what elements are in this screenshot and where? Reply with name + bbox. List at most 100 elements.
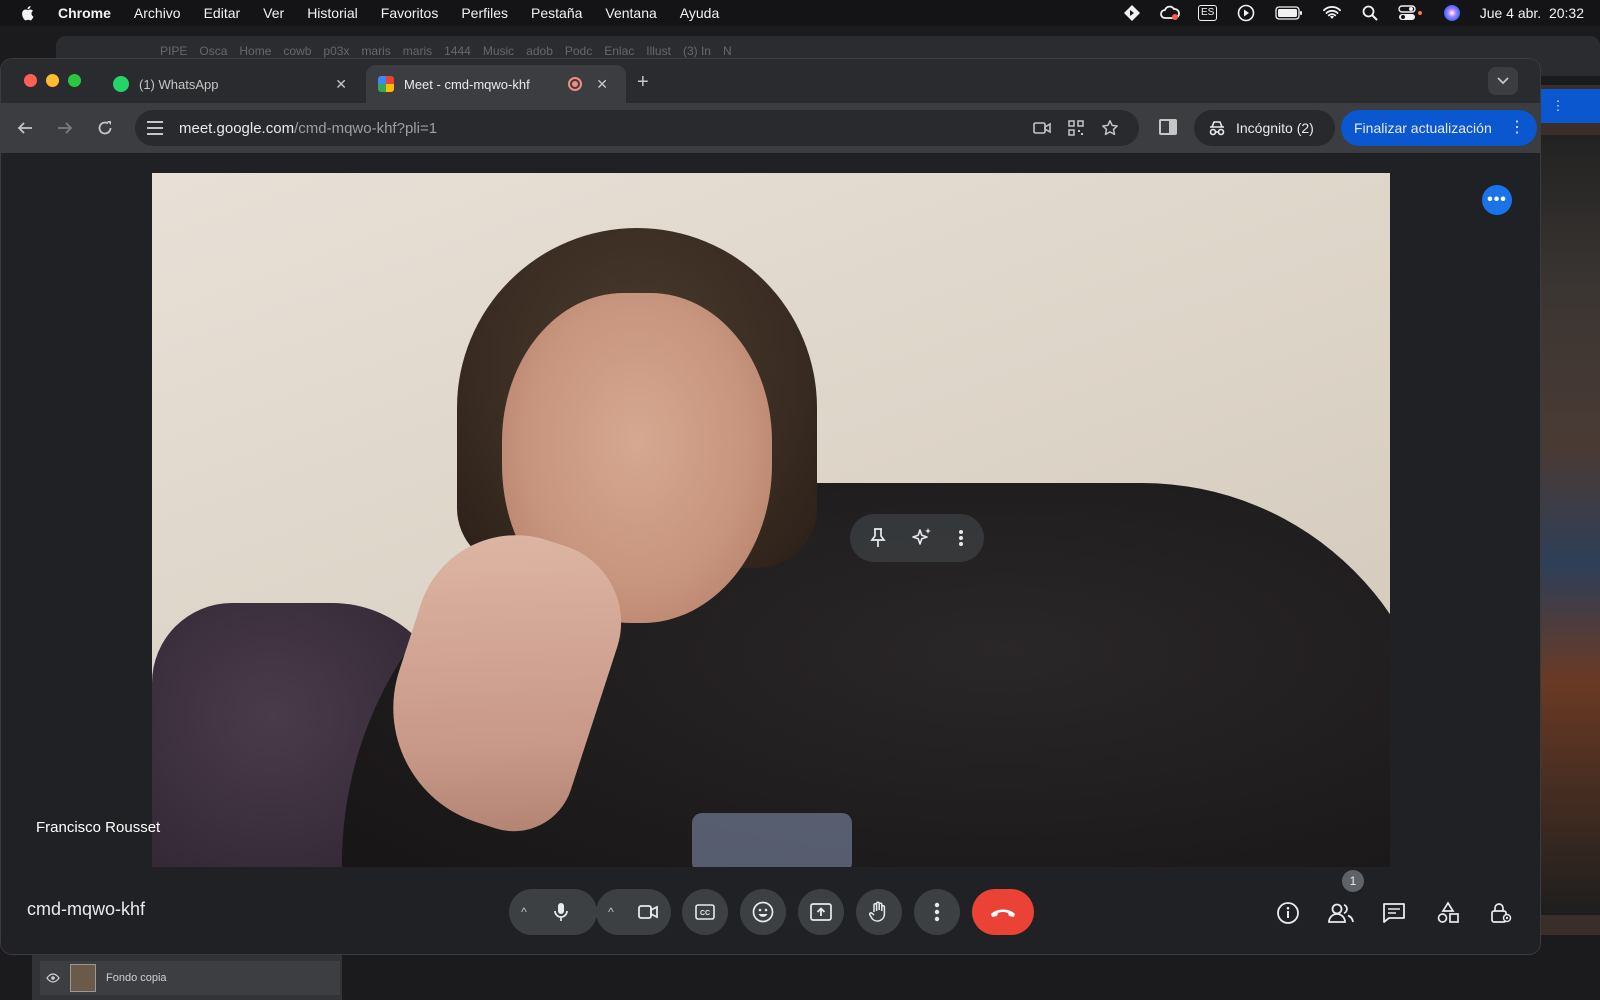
chrome-window: (1) WhatsApp ✕ Meet - cmd-mqwo-khf ✕ + m… — [0, 58, 1541, 955]
forward-button[interactable] — [53, 116, 77, 140]
tab-meet[interactable]: Meet - cmd-mqwo-khf ✕ — [366, 65, 626, 103]
bg-tab[interactable]: Podc — [565, 44, 592, 58]
menu-archivo[interactable]: Archivo — [134, 5, 181, 21]
close-tab-icon[interactable]: ✕ — [596, 76, 608, 93]
tab-title: (1) WhatsApp — [139, 76, 219, 92]
activities-shapes-icon[interactable] — [1428, 893, 1468, 933]
window-minimize-button[interactable] — [46, 74, 59, 87]
bookmark-star-icon[interactable] — [1101, 119, 1119, 137]
menu-ventana[interactable]: Ventana — [605, 5, 656, 21]
menu-ver[interactable]: Ver — [263, 5, 284, 21]
bg-tab[interactable]: PIPE — [160, 44, 187, 58]
tile-more-options-icon[interactable] — [958, 529, 964, 547]
eye-icon[interactable] — [46, 973, 60, 983]
bg-tab[interactable]: Home — [239, 44, 271, 58]
people-count-badge: 1 — [1342, 870, 1364, 892]
bg-tab[interactable]: adob — [526, 44, 553, 58]
bg-tab[interactable]: Music — [483, 44, 514, 58]
incognito-label: Incógnito (2) — [1236, 120, 1314, 136]
meeting-details-info-icon[interactable] — [1268, 893, 1308, 933]
camera-control-group: ^ — [596, 889, 671, 935]
layer-row[interactable]: Fondo copia — [40, 961, 340, 995]
pin-icon[interactable] — [870, 528, 887, 548]
video-settings-chevron-icon[interactable]: ^ — [596, 905, 626, 919]
chrome-menu-icon[interactable]: ⋮ — [1509, 119, 1525, 137]
bg-tab[interactable]: maris — [361, 44, 390, 58]
audio-settings-chevron-icon[interactable]: ^ — [509, 905, 539, 919]
more-dots-icon[interactable]: ••• — [1482, 185, 1512, 215]
bg-tab[interactable]: cowb — [283, 44, 311, 58]
menu-perfiles[interactable]: Perfiles — [461, 5, 508, 21]
menu-app-name[interactable]: Chrome — [58, 5, 111, 21]
bg-tab[interactable]: (3) In — [683, 44, 711, 58]
qr-code-icon[interactable] — [1067, 119, 1085, 137]
menu-editar[interactable]: Editar — [204, 5, 241, 21]
finish-update-button[interactable]: Finalizar actualización ⋮ — [1341, 110, 1537, 146]
bg-tab[interactable]: maris — [403, 44, 432, 58]
apple-menu-icon[interactable] — [20, 5, 48, 21]
new-tab-button[interactable]: + — [637, 71, 649, 94]
control-center-icon[interactable] — [1397, 3, 1424, 23]
url-text[interactable]: meet.google.com/cmd-mqwo-khf?pli=1 — [179, 120, 437, 137]
bg-tab[interactable]: p03x — [323, 44, 349, 58]
participant-video-tile[interactable] — [152, 173, 1390, 867]
layers-panel: Fondo copia — [32, 955, 342, 1000]
battery-icon[interactable] — [1274, 3, 1304, 23]
bg-tab[interactable]: Osca — [199, 44, 227, 58]
siri-icon[interactable] — [1442, 3, 1462, 23]
menu-historial[interactable]: Historial — [307, 5, 358, 21]
tab-strip: (1) WhatsApp ✕ Meet - cmd-mqwo-khf ✕ + — [1, 59, 1540, 103]
back-button[interactable] — [13, 116, 37, 140]
raise-hand-button[interactable] — [856, 889, 902, 935]
meeting-code: cmd-mqwo-khf — [27, 899, 146, 919]
window-close-button[interactable] — [24, 74, 37, 87]
camera-button[interactable] — [626, 890, 670, 934]
url-path: /cmd-mqwo-khf?pli=1 — [294, 119, 438, 137]
play-circle-icon[interactable] — [1236, 3, 1256, 23]
incognito-indicator[interactable]: Incógnito (2) — [1194, 110, 1335, 146]
more-options-button[interactable] — [914, 889, 960, 935]
bg-tab[interactable]: 1444 — [444, 44, 471, 58]
menu-bar-clock[interactable]: Jue 4 abr. 20:32 — [1480, 5, 1584, 21]
people-icon[interactable] — [1321, 893, 1361, 933]
camera-in-use-icon[interactable] — [1033, 119, 1051, 137]
url-host: meet.google.com — [179, 119, 295, 137]
macos-menu-bar: Chrome Archivo Editar Ver Historial Favo… — [0, 0, 1600, 26]
video-shirt-print — [692, 813, 852, 867]
tab-whatsapp[interactable]: (1) WhatsApp ✕ — [101, 65, 365, 103]
kebab-menu-icon: ⋮ — [1551, 98, 1565, 113]
tab-search-button[interactable] — [1488, 67, 1518, 95]
window-zoom-button[interactable] — [68, 74, 81, 87]
menu-favoritos[interactable]: Favoritos — [381, 5, 439, 21]
leave-call-button[interactable] — [972, 889, 1034, 935]
menu-bar-status-area: ES Jue 4 abr. 20:32 — [1122, 0, 1584, 26]
captions-button[interactable]: CC — [682, 889, 728, 935]
close-tab-icon[interactable]: ✕ — [335, 76, 347, 93]
emoji-reaction-button[interactable] — [740, 889, 786, 935]
present-screen-button[interactable] — [798, 889, 844, 935]
address-bar[interactable]: meet.google.com/cmd-mqwo-khf?pli=1 — [135, 110, 1139, 146]
diamond-app-icon[interactable] — [1122, 3, 1142, 23]
chat-icon[interactable] — [1374, 893, 1414, 933]
keyboard-input-source-icon[interactable]: ES — [1198, 3, 1218, 23]
host-controls-lock-icon[interactable] — [1481, 893, 1521, 933]
whatsapp-icon — [113, 76, 129, 92]
microphone-button[interactable] — [539, 890, 583, 934]
creative-cloud-icon[interactable] — [1159, 3, 1180, 23]
menu-ayuda[interactable]: Ayuda — [680, 5, 719, 21]
bg-tab[interactable]: Illust — [646, 44, 671, 58]
background-tab-strip: PIPE Osca Home cowb p03x maris maris 144… — [160, 44, 732, 58]
participant-name-label: Francisco Rousset — [36, 819, 161, 836]
site-info-icon[interactable] — [147, 121, 163, 135]
reload-button[interactable] — [93, 116, 117, 140]
wifi-icon[interactable] — [1322, 3, 1342, 23]
visual-effects-sparkle-icon[interactable] — [911, 527, 933, 549]
bg-tab[interactable]: Enlac — [604, 44, 634, 58]
tab-title: Meet - cmd-mqwo-khf — [404, 76, 530, 92]
menu-pestana[interactable]: Pestaña — [531, 5, 582, 21]
layer-name: Fondo copia — [106, 972, 167, 984]
side-panel-icon[interactable] — [1159, 119, 1177, 135]
layer-thumbnail — [70, 964, 96, 992]
spotlight-search-icon[interactable] — [1360, 3, 1380, 23]
bg-tab[interactable]: N — [723, 44, 732, 58]
